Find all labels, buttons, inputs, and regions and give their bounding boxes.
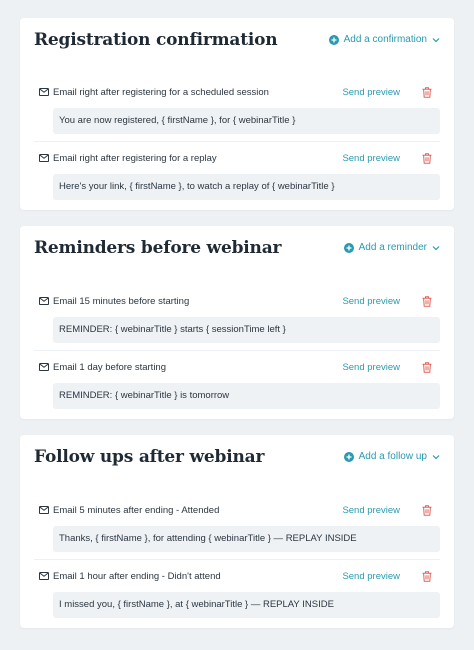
subject-field[interactable]: I missed you, { firstName }, at { webina…: [53, 592, 440, 618]
add-follow-up-label: Add a follow up: [358, 451, 427, 462]
section-reminders-before-webinar: Reminders before webinar Add a reminder …: [20, 226, 454, 419]
email-row: Email 5 minutes after ending - Attended …: [34, 494, 440, 559]
email-label: Email 1 day before starting: [53, 362, 167, 373]
email-label: Email 5 minutes after ending - Attended: [53, 505, 220, 516]
chevron-down-icon: [432, 245, 440, 250]
send-preview-link[interactable]: Send preview: [342, 86, 400, 100]
mail-icon: [39, 297, 49, 305]
add-follow-up-button[interactable]: Add a follow up: [343, 451, 440, 462]
email-row: Email right after registering for a sche…: [34, 76, 440, 141]
section-title: Reminders before webinar: [34, 238, 282, 258]
section-title: Registration confirmation: [34, 30, 278, 50]
email-label: Email right after registering for a repl…: [53, 153, 217, 164]
mail-icon: [39, 363, 49, 371]
chevron-down-icon: [432, 454, 440, 459]
email-row: Email right after registering for a repl…: [34, 141, 440, 207]
section-header: Registration confirmation Add a confirma…: [20, 18, 454, 66]
subject-field[interactable]: REMINDER: { webinarTitle } is tomorrow: [53, 383, 440, 409]
send-preview-link[interactable]: Send preview: [342, 570, 400, 584]
send-preview-link[interactable]: Send preview: [342, 504, 400, 518]
section-follow-ups-after-webinar: Follow ups after webinar Add a follow up…: [20, 435, 454, 628]
mail-icon: [39, 154, 49, 162]
email-row: Email 15 minutes before starting Send pr…: [34, 285, 440, 350]
mail-icon: [39, 88, 49, 96]
trash-icon[interactable]: [422, 571, 432, 582]
plus-circle-icon: [343, 242, 354, 253]
trash-icon[interactable]: [422, 505, 432, 516]
plus-circle-icon: [343, 451, 354, 462]
mail-icon: [39, 506, 49, 514]
trash-icon[interactable]: [422, 296, 432, 307]
email-row: Email 1 day before starting Send preview…: [34, 350, 440, 416]
email-label: Email 15 minutes before starting: [53, 296, 190, 307]
section-registration-confirmation: Registration confirmation Add a confirma…: [20, 18, 454, 210]
trash-icon[interactable]: [422, 362, 432, 373]
subject-field[interactable]: Here's your link, { firstName }, to watc…: [53, 174, 440, 200]
send-preview-link[interactable]: Send preview: [342, 361, 400, 375]
send-preview-link[interactable]: Send preview: [342, 152, 400, 166]
subject-field[interactable]: You are now registered, { firstName }, f…: [53, 108, 440, 134]
email-row: Email 1 hour after ending - Didn't atten…: [34, 559, 440, 625]
plus-circle-icon: [328, 34, 339, 45]
email-label: Email 1 hour after ending - Didn't atten…: [53, 571, 221, 582]
subject-field[interactable]: Thanks, { firstName }, for attending { w…: [53, 526, 440, 552]
add-reminder-label: Add a reminder: [358, 242, 427, 253]
section-header: Follow ups after webinar Add a follow up: [20, 435, 454, 483]
add-confirmation-button[interactable]: Add a confirmation: [328, 34, 440, 45]
section-header: Reminders before webinar Add a reminder: [20, 226, 454, 274]
send-preview-link[interactable]: Send preview: [342, 295, 400, 309]
add-reminder-button[interactable]: Add a reminder: [343, 242, 440, 253]
trash-icon[interactable]: [422, 153, 432, 164]
subject-field[interactable]: REMINDER: { webinarTitle } starts { sess…: [53, 317, 440, 343]
chevron-down-icon: [432, 37, 440, 42]
section-title: Follow ups after webinar: [34, 447, 265, 467]
add-confirmation-label: Add a confirmation: [343, 34, 427, 45]
mail-icon: [39, 572, 49, 580]
trash-icon[interactable]: [422, 87, 432, 98]
email-label: Email right after registering for a sche…: [53, 87, 269, 98]
